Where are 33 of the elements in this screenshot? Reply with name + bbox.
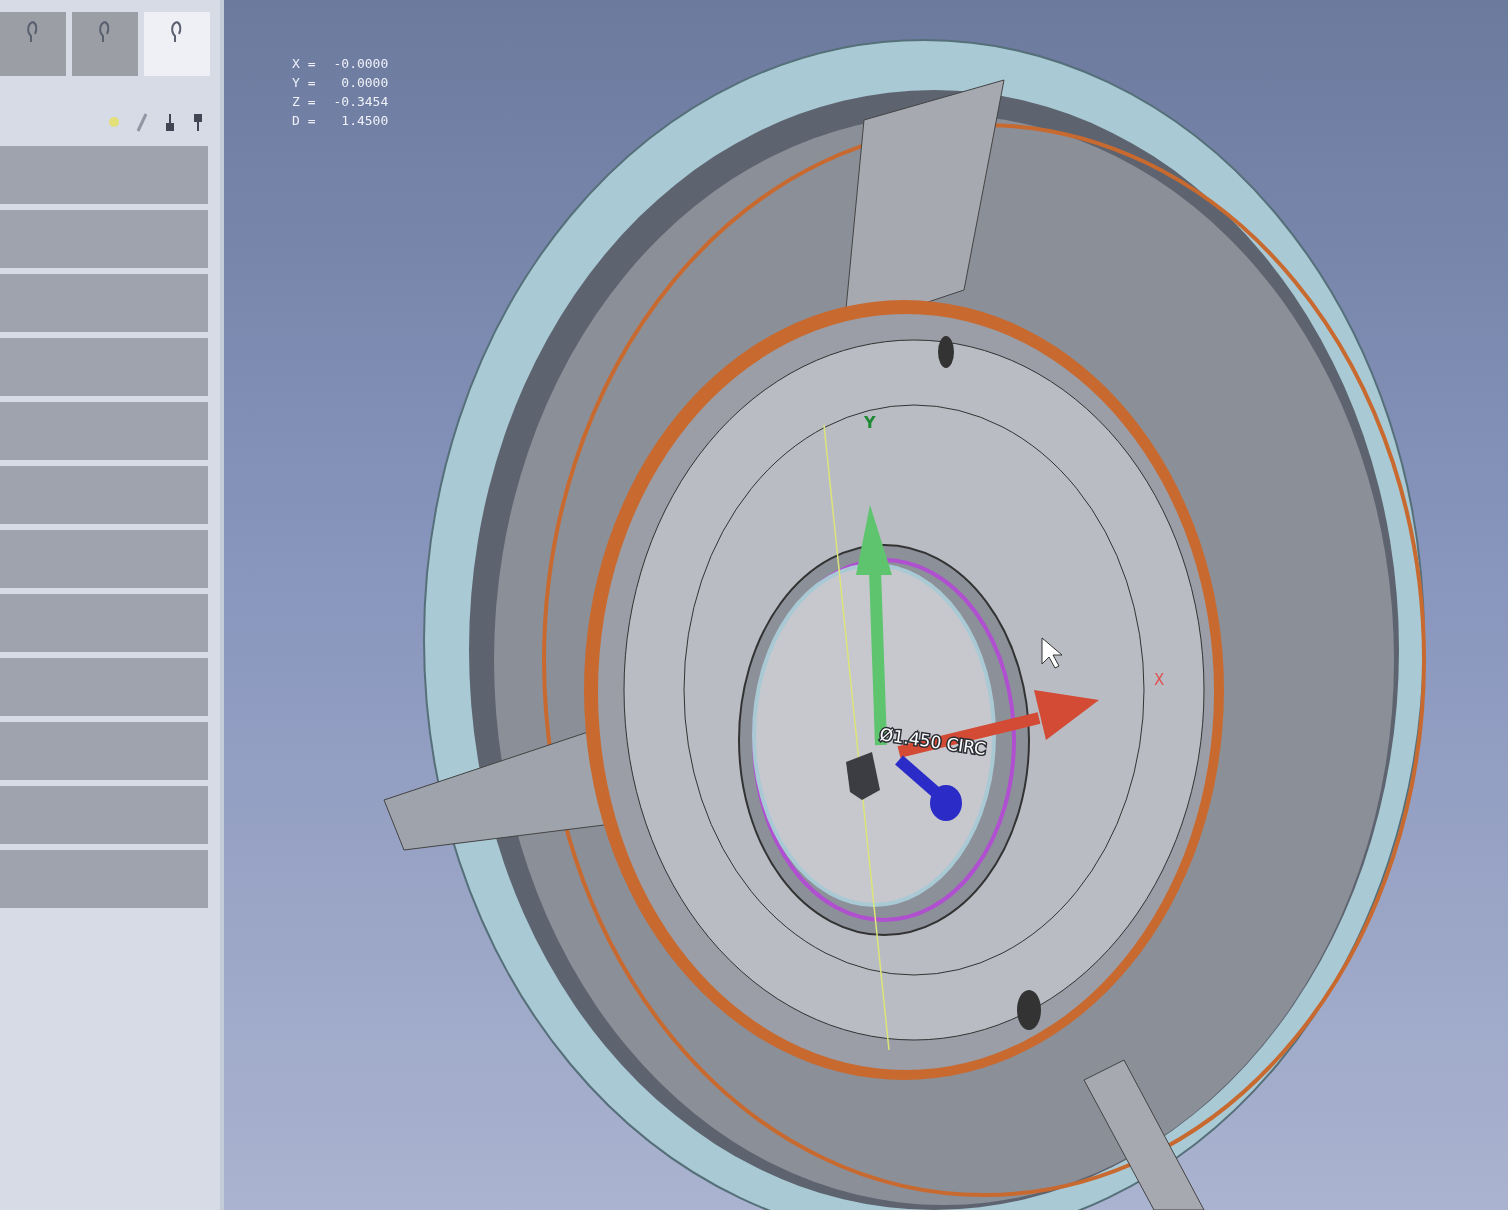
list-row[interactable] — [0, 402, 208, 460]
axis-label: X — [1154, 671, 1165, 689]
list-row[interactable] — [0, 466, 208, 524]
list-row[interactable] — [0, 530, 208, 588]
toolbar-tool-button[interactable] — [0, 12, 66, 76]
axis-label: Z = — [292, 93, 316, 111]
coordinate-value: 0.0000 — [340, 74, 389, 92]
axis-label: D = — [292, 112, 316, 130]
pin-icon[interactable] — [192, 112, 204, 132]
feature-label: Ø1.450 CIRC — [878, 724, 988, 759]
probe-icon — [846, 752, 880, 800]
list-row[interactable] — [0, 594, 208, 652]
list-row[interactable] — [0, 850, 208, 908]
pin-icon[interactable] — [164, 112, 176, 132]
pencil-icon[interactable] — [136, 112, 148, 132]
list-row[interactable] — [0, 274, 208, 332]
list-row[interactable] — [0, 786, 208, 844]
list-row[interactable] — [0, 722, 208, 780]
list-row[interactable] — [0, 658, 208, 716]
coordinate-value: 1.4500 — [340, 112, 389, 130]
axis-label: X = — [292, 55, 316, 73]
list-row[interactable] — [0, 210, 208, 268]
toolbar-tool-button[interactable] — [72, 12, 138, 76]
mouse-cursor-icon — [1041, 637, 1063, 669]
3d-viewport[interactable]: Y X Ø1.450 CIRC X = -0.0000 Y = 0.0000 Z = -0.3454 D = 1.4500 — [224, 0, 1508, 1210]
list-row[interactable] — [0, 146, 208, 204]
coordinate-value: -0.0000 — [333, 55, 389, 73]
axis-label: Y — [864, 413, 876, 432]
toolbar-tool-button[interactable] — [144, 12, 210, 76]
z-axis-arrow — [895, 755, 962, 821]
coordinate-value: -0.3454 — [333, 93, 389, 111]
list-row[interactable] — [0, 338, 208, 396]
axis-label: Y = — [292, 74, 316, 92]
